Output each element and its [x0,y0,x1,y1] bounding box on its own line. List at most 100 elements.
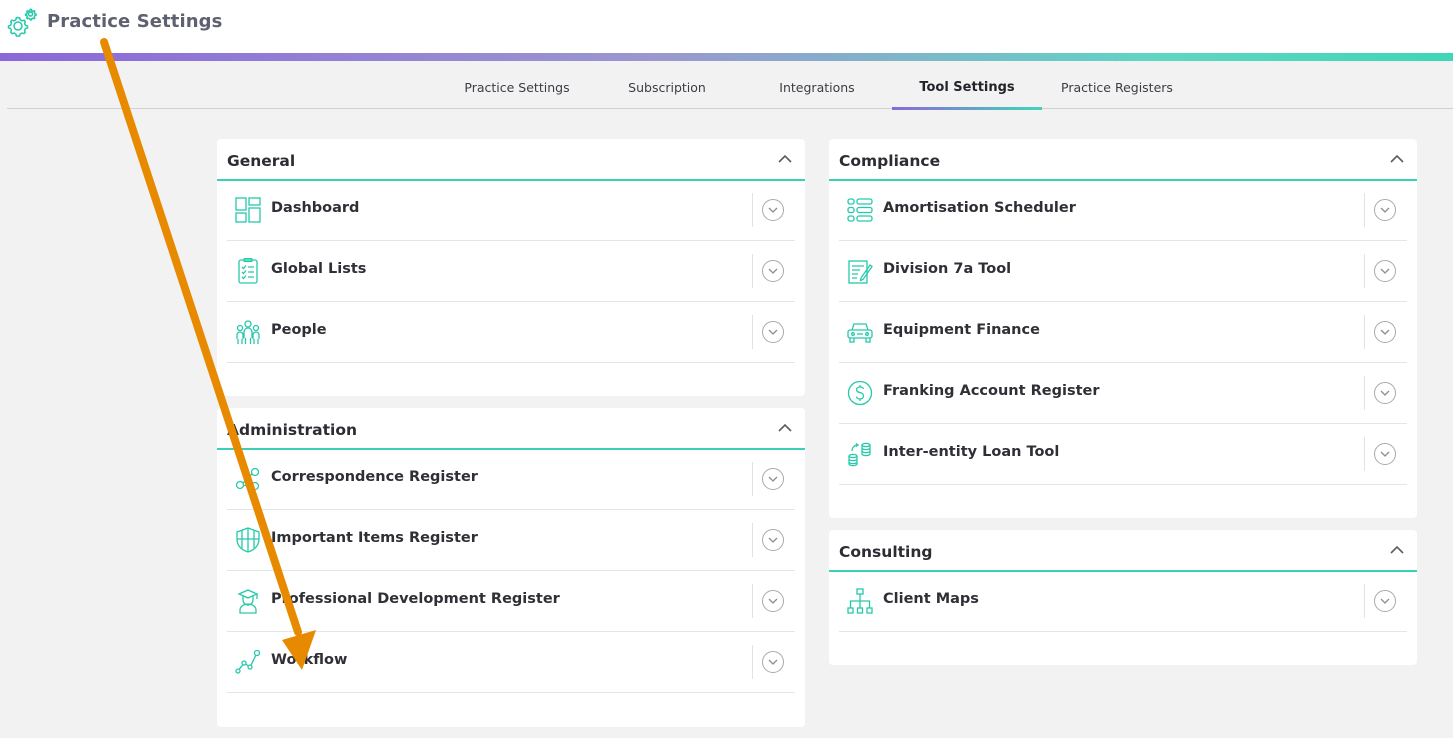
list-item-label: Client Maps [883,591,979,607]
expand-button[interactable] [1374,443,1396,465]
share-icon [235,467,260,491]
consulting-card: Consulting Client Maps [829,530,1417,665]
list-item-label: Global Lists [271,261,367,277]
page-title: Practice Settings [47,11,223,32]
list-item-division-7a-tool[interactable]: Division 7a Tool [839,241,1407,302]
expand-button[interactable] [762,321,784,343]
compliance-card: Compliance Amortisation Scheduler Divisi… [829,139,1417,518]
list-item-amortisation-scheduler[interactable]: Amortisation Scheduler [839,180,1407,241]
list-item-correspondence-register[interactable]: Correspondence Register [227,449,795,510]
consulting-card-header: Consulting [829,530,1417,572]
car-icon [847,323,873,343]
list-item-label: People [271,322,327,338]
expand-button[interactable] [762,260,784,282]
tab-practice-registers[interactable]: Practice Registers [1057,80,1177,109]
chevron-down-icon [1380,451,1390,457]
expand-button[interactable] [1374,260,1396,282]
consulting-card-title: Consulting [839,543,933,561]
chevron-up-icon[interactable] [1389,542,1405,558]
list-item-label: Amortisation Scheduler [883,200,1076,216]
list-item-people[interactable]: People [227,302,795,363]
divider [752,523,753,557]
shield-icon [236,527,260,553]
expand-button[interactable] [762,468,784,490]
divider [752,645,753,679]
coins-icon [848,442,871,467]
chevron-up-icon[interactable] [777,151,793,167]
divider [1364,584,1365,618]
list-item-label: Division 7a Tool [883,261,1012,277]
divider [1364,376,1365,410]
hierarchy-icon [847,588,873,614]
form-edit-icon [848,260,873,284]
chevron-down-icon [1380,329,1390,335]
general-card-title: General [227,152,296,170]
dollar-icon [847,380,873,406]
administration-card-header: Administration [217,408,805,450]
chevron-down-icon [768,537,778,543]
list-icon [847,198,873,222]
list-item-label: Inter-entity Loan Tool [883,444,1060,460]
expand-button[interactable] [762,651,784,673]
expand-button[interactable] [762,529,784,551]
chevron-down-icon [1380,207,1390,213]
list-item-label: Equipment Finance [883,322,1040,338]
administration-card-title: Administration [227,421,358,439]
workflow-icon [235,649,261,674]
chevron-down-icon [768,598,778,604]
chevron-up-icon[interactable] [1389,151,1405,167]
list-item-inter-entity-loan-tool[interactable]: Inter-entity Loan Tool [839,424,1407,485]
expand-button[interactable] [1374,382,1396,404]
tab-tool-settings[interactable]: Tool Settings [892,80,1042,110]
tab-bar: Practice Settings Subscription Integrati… [7,61,1453,110]
divider [1364,254,1365,288]
list-item-franking-account-register[interactable]: Franking Account Register [839,363,1407,424]
chevron-down-icon [1380,390,1390,396]
divider [1364,315,1365,349]
list-item-label: Dashboard [271,200,360,216]
general-card: General Dashboard Global Lists People [217,139,805,396]
expand-button[interactable] [762,590,784,612]
compliance-card-header: Compliance [829,139,1417,181]
checklist-icon [238,258,258,284]
administration-card: Administration Correspondence Register I… [217,408,805,727]
chevron-down-icon [768,207,778,213]
list-item-label: Professional Development Register [271,591,560,607]
list-item-global-lists[interactable]: Global Lists [227,241,795,302]
expand-button[interactable] [1374,199,1396,221]
chevron-up-icon[interactable] [777,420,793,436]
list-item-label: Franking Account Register [883,383,1100,399]
list-item-professional-development-register[interactable]: Professional Development Register [227,571,795,632]
expand-button[interactable] [1374,321,1396,343]
divider [752,584,753,618]
list-item-label: Correspondence Register [271,469,478,485]
list-item-dashboard[interactable]: Dashboard [227,180,795,241]
divider [1364,437,1365,471]
chevron-down-icon [768,659,778,665]
tab-integrations[interactable]: Integrations [757,80,877,109]
list-item-client-maps[interactable]: Client Maps [839,571,1407,632]
chevron-down-icon [768,476,778,482]
divider [752,254,753,288]
compliance-card-title: Compliance [839,152,941,170]
general-card-header: General [217,139,805,181]
list-item-workflow[interactable]: Workflow [227,632,795,693]
list-item-equipment-finance[interactable]: Equipment Finance [839,302,1407,363]
divider [752,193,753,227]
list-item-label: Important Items Register [271,530,478,546]
header-gradient-bar [0,53,1453,61]
divider [1364,193,1365,227]
divider [752,462,753,496]
people-icon [236,320,260,344]
expand-button[interactable] [1374,590,1396,612]
chevron-down-icon [1380,598,1390,604]
list-item-label: Workflow [271,652,348,668]
tab-subscription[interactable]: Subscription [607,80,727,109]
list-item-important-items-register[interactable]: Important Items Register [227,510,795,571]
expand-button[interactable] [762,199,784,221]
divider [752,315,753,349]
graduate-icon [237,589,259,614]
chevron-down-icon [768,329,778,335]
tab-practice-settings[interactable]: Practice Settings [457,80,577,109]
dashboard-icon [235,197,261,223]
